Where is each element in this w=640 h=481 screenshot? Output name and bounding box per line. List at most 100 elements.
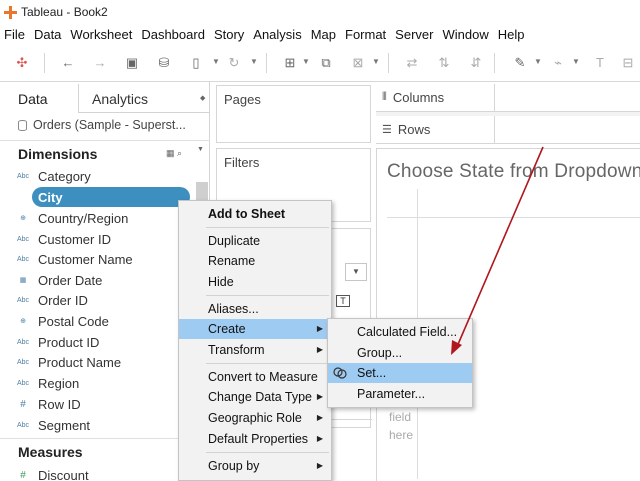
- menu-story[interactable]: Story: [214, 27, 244, 42]
- field-label: Order Date: [38, 272, 103, 288]
- field-region[interactable]: Abc Region: [0, 373, 196, 393]
- dimensions-menu-icon[interactable]: ▼: [197, 146, 204, 153]
- field-customer-id[interactable]: Abc Customer ID: [0, 229, 196, 249]
- sheet-title[interactable]: Choose State from Dropdown: [387, 161, 640, 183]
- menu-item-parameter[interactable]: Parameter...: [328, 384, 472, 404]
- datasource-label: Orders (Sample - Superst...: [33, 118, 186, 132]
- field-row-id[interactable]: # Row ID: [0, 394, 196, 414]
- field-label: Customer ID: [38, 231, 111, 247]
- submenu-arrow-icon: ▶: [316, 324, 323, 333]
- tab-data[interactable]: Data: [18, 86, 48, 112]
- menu-item-set[interactable]: Set...: [328, 363, 472, 383]
- menu-item-group-by[interactable]: Group by ▶: [179, 456, 331, 476]
- submenu-arrow-icon: ▶: [316, 413, 323, 422]
- chevron-down-icon[interactable]: ▼: [302, 57, 310, 66]
- field-product-name[interactable]: Abc Product Name: [0, 352, 196, 372]
- menu-item-create[interactable]: Create ▶: [179, 319, 331, 339]
- worksheet-view[interactable]: Choose State from Dropdown field here: [376, 148, 640, 481]
- undo-icon[interactable]: ←: [60, 55, 76, 71]
- menu-format[interactable]: Format: [345, 27, 386, 42]
- field-segment[interactable]: Abc Segment: [0, 415, 196, 435]
- field-postal-code[interactable]: ⊕ Postal Code: [0, 311, 196, 331]
- menu-file[interactable]: File: [4, 27, 25, 42]
- fix-axes-icon[interactable]: ⊟: [620, 55, 636, 71]
- columns-label: Columns: [392, 90, 445, 105]
- chevron-down-icon[interactable]: ▼: [372, 57, 380, 66]
- pane-menu-icon[interactable]: ◆: [200, 94, 205, 102]
- field-product-id[interactable]: Abc Product ID: [0, 332, 196, 352]
- menu-item-change-data-type[interactable]: Change Data Type ▶: [179, 387, 331, 407]
- field-city[interactable]: ⊕ City: [0, 187, 196, 207]
- menu-bar: File Data Worksheet Dashboard Story Anal…: [0, 24, 640, 44]
- sort-ascending-icon[interactable]: ⇅: [436, 55, 452, 71]
- dimensions-header: Dimensions: [18, 146, 98, 162]
- chevron-down-icon[interactable]: ▼: [212, 57, 220, 66]
- drop-hint-text: field: [389, 410, 412, 424]
- show-mark-labels-icon[interactable]: T: [592, 55, 608, 71]
- field-order-date[interactable]: ▦ Order Date: [0, 270, 196, 290]
- rows-label: Rows: [397, 122, 431, 137]
- menu-item-hide[interactable]: Hide: [179, 272, 331, 292]
- menu-dashboard[interactable]: Dashboard: [141, 27, 205, 42]
- menu-item-aliases[interactable]: Aliases...: [179, 299, 331, 319]
- new-datasource-icon[interactable]: ⛁: [156, 55, 172, 71]
- swap-rows-columns-icon[interactable]: ⇄: [404, 55, 420, 71]
- pause-updates-icon[interactable]: ▯: [188, 55, 204, 71]
- menu-item-duplicate[interactable]: Duplicate: [179, 231, 331, 251]
- field-country-region[interactable]: ⊕ Country/Region: [0, 208, 196, 228]
- group-members-icon[interactable]: ⌁: [550, 55, 566, 71]
- columns-shelf[interactable]: ⦀ Columns: [376, 84, 640, 112]
- toolbar-divider: [266, 53, 267, 73]
- menu-server[interactable]: Server: [395, 27, 433, 42]
- menu-window[interactable]: Window: [442, 27, 488, 42]
- menu-separator: [206, 363, 329, 364]
- view-gridline: [387, 217, 640, 218]
- measures-header: Measures: [18, 444, 83, 460]
- menu-item-group[interactable]: Group...: [328, 343, 472, 363]
- chevron-down-icon[interactable]: ▼: [572, 57, 580, 66]
- menu-item-default-properties[interactable]: Default Properties ▶: [179, 429, 331, 449]
- new-worksheet-icon[interactable]: ⊞: [282, 55, 298, 71]
- field-order-id[interactable]: Abc Order ID: [0, 290, 196, 310]
- field-customer-name[interactable]: Abc Customer Name: [0, 249, 196, 269]
- clear-sheet-icon[interactable]: ⊠: [350, 55, 366, 71]
- save-icon[interactable]: ▣: [124, 55, 140, 71]
- menu-item-convert-to-measure[interactable]: Convert to Measure: [179, 367, 331, 387]
- field-discount[interactable]: # Discount: [0, 465, 196, 481]
- menu-data[interactable]: Data: [34, 27, 61, 42]
- pages-card[interactable]: Pages: [216, 85, 371, 143]
- menu-item-label: Default Properties: [208, 432, 309, 446]
- menu-worksheet[interactable]: Worksheet: [70, 27, 132, 42]
- toolbar-divider: [494, 53, 495, 73]
- highlight-icon[interactable]: ✎: [512, 55, 528, 71]
- menu-item-label: Set...: [357, 366, 387, 380]
- mark-type-dropdown[interactable]: ▼: [345, 263, 367, 281]
- duplicate-sheet-icon[interactable]: ⧉: [318, 55, 334, 71]
- chevron-down-icon[interactable]: ▼: [250, 57, 258, 66]
- menu-item-geographic-role[interactable]: Geographic Role ▶: [179, 408, 331, 428]
- chevron-down-icon[interactable]: ▼: [534, 57, 542, 66]
- submenu-arrow-icon: ▶: [316, 345, 323, 354]
- sort-descending-icon[interactable]: ⇵: [468, 55, 484, 71]
- datasource-item[interactable]: Orders (Sample - Superst...: [18, 118, 186, 132]
- shelf-divider: [494, 84, 495, 112]
- menu-item-rename[interactable]: Rename: [179, 251, 331, 271]
- text-icon[interactable]: T: [336, 295, 350, 307]
- field-category[interactable]: Abc Category: [0, 166, 196, 186]
- menu-item-calculated-field[interactable]: Calculated Field...: [328, 322, 472, 342]
- redo-icon[interactable]: →: [92, 55, 108, 71]
- field-label: Product ID: [38, 334, 100, 350]
- rows-shelf[interactable]: ☰ Rows: [376, 116, 640, 144]
- menu-help[interactable]: Help: [498, 27, 525, 42]
- tab-analytics[interactable]: Analytics: [92, 86, 148, 112]
- menu-map[interactable]: Map: [311, 27, 336, 42]
- menu-item-transform[interactable]: Transform ▶: [179, 340, 331, 360]
- menu-analysis[interactable]: Analysis: [253, 27, 301, 42]
- drop-hint-text: here: [389, 428, 414, 442]
- menu-item-add-to-sheet[interactable]: Add to Sheet: [179, 204, 331, 224]
- menu-separator: [206, 295, 329, 296]
- view-options-icon[interactable]: ▦ ⌕: [166, 148, 182, 159]
- tableau-home-icon[interactable]: ✣: [14, 55, 30, 71]
- submenu-arrow-icon: ▶: [316, 392, 323, 401]
- refresh-icon[interactable]: ↻: [226, 55, 242, 71]
